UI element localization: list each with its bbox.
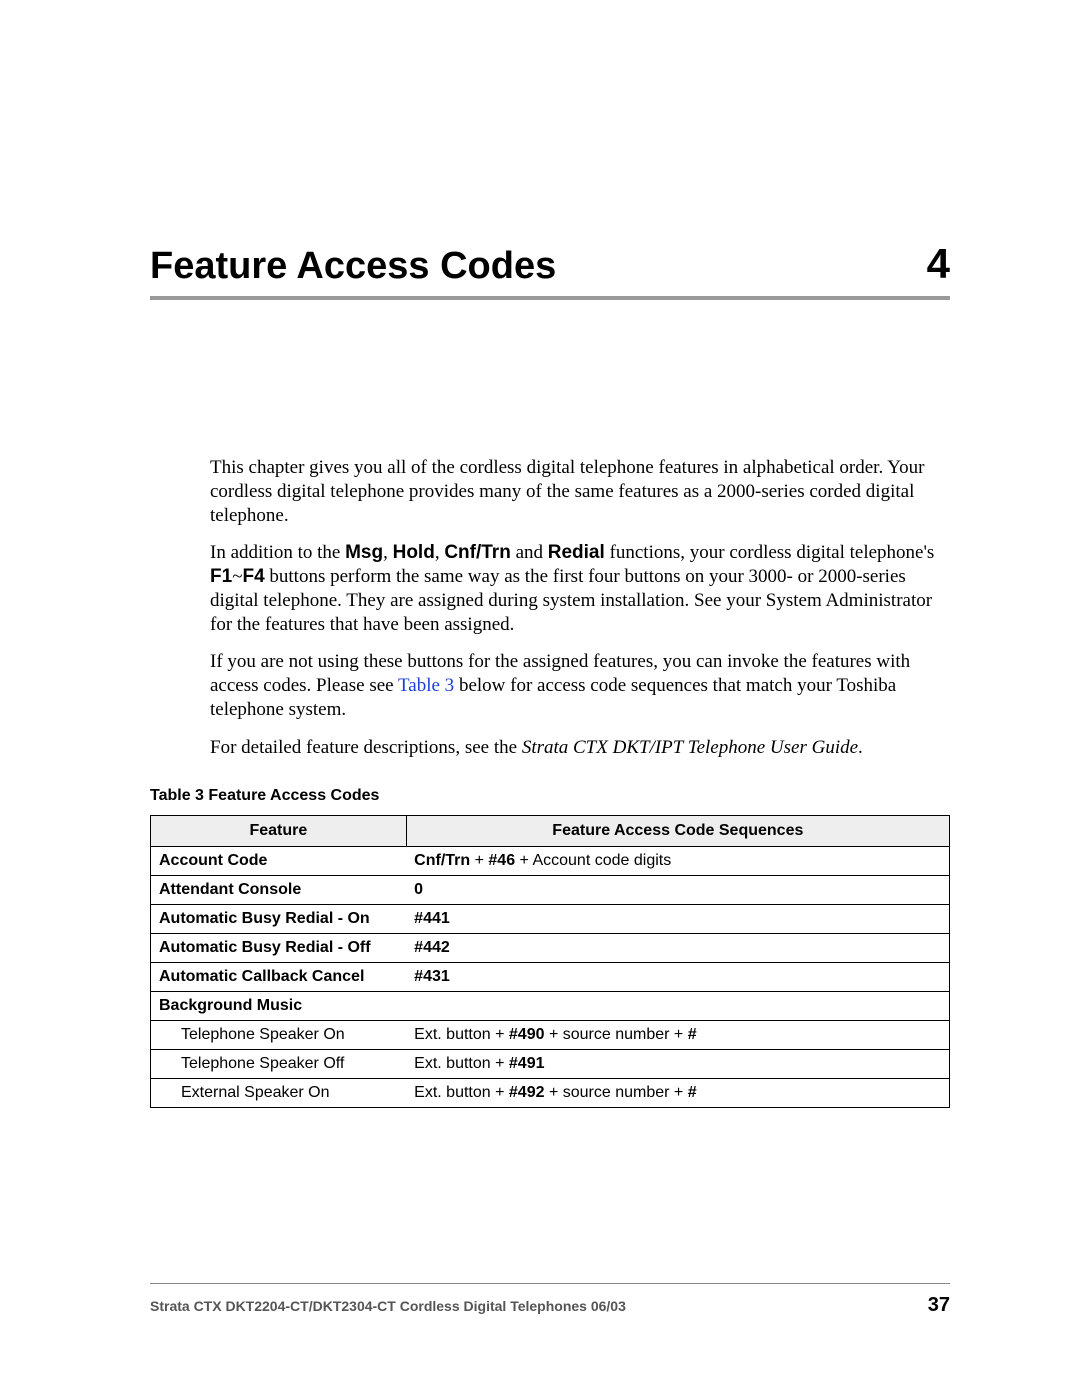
table-row: Telephone Speaker On Ext. button + #490 … xyxy=(151,1021,950,1050)
table-row: Telephone Speaker Off Ext. button + #491 xyxy=(151,1050,950,1079)
sequence-cell: #431 xyxy=(406,963,949,992)
text-fragment: . xyxy=(858,737,863,758)
code-fragment: #492 xyxy=(509,1084,545,1101)
text-fragment: + xyxy=(470,852,488,869)
feature-cell: Telephone Speaker On xyxy=(151,1021,407,1050)
text-fragment: For detailed feature descriptions, see t… xyxy=(210,737,522,758)
f1-key-label: F1 xyxy=(210,566,232,587)
intro-paragraph-4: For detailed feature descriptions, see t… xyxy=(210,736,950,760)
text-fragment: Ext. button + xyxy=(414,1026,509,1043)
feature-cell: Telephone Speaker Off xyxy=(151,1050,407,1079)
feature-label: External Speaker On xyxy=(159,1084,330,1102)
heading-rule xyxy=(150,296,950,300)
table-row: Automatic Busy Redial - Off #442 xyxy=(151,934,950,963)
text-fragment: and xyxy=(511,542,548,563)
text-fragment: + source number + xyxy=(545,1026,688,1043)
feature-access-codes-table: Feature Feature Access Code Sequences Ac… xyxy=(150,815,950,1108)
feature-cell: Automatic Busy Redial - Off xyxy=(151,934,407,963)
feature-cell: Automatic Callback Cancel xyxy=(151,963,407,992)
sequence-cell: Ext. button + #491 xyxy=(406,1050,949,1079)
sequence-cell: #442 xyxy=(406,934,949,963)
intro-paragraph-3: If you are not using these buttons for t… xyxy=(210,650,950,721)
text-fragment: + Account code digits xyxy=(515,852,671,869)
table-row: Account Code Cnf/Trn + #46 + Account cod… xyxy=(151,847,950,876)
feature-cell: External Speaker On xyxy=(151,1079,407,1108)
cnftrn-key-label: Cnf/Trn xyxy=(444,542,511,563)
feature-label: Telephone Speaker Off xyxy=(159,1055,344,1073)
text-fragment: ~ xyxy=(232,566,242,587)
f4-key-label: F4 xyxy=(242,566,264,587)
text-fragment: Ext. button + xyxy=(414,1055,509,1072)
code-fragment: # xyxy=(688,1026,697,1043)
text-fragment: buttons perform the same way as the firs… xyxy=(210,566,932,635)
footer-rule xyxy=(150,1283,950,1284)
chapter-heading: Feature Access Codes 4 xyxy=(150,240,950,288)
code-fragment: #491 xyxy=(509,1055,545,1072)
footer-row: Strata CTX DKT2204-CT/DKT2304-CT Cordles… xyxy=(150,1294,950,1317)
table-header-row: Feature Feature Access Code Sequences xyxy=(151,816,950,847)
feature-cell: Attendant Console xyxy=(151,876,407,905)
sequence-cell: Cnf/Trn + #46 + Account code digits xyxy=(406,847,949,876)
header-sequence: Feature Access Code Sequences xyxy=(406,816,949,847)
body-text: This chapter gives you all of the cordle… xyxy=(210,456,950,759)
page-number: 37 xyxy=(928,1294,950,1317)
page-footer: Strata CTX DKT2204-CT/DKT2304-CT Cordles… xyxy=(150,1283,950,1317)
table-3-link[interactable]: Table 3 xyxy=(398,675,454,696)
sequence-cell: #441 xyxy=(406,905,949,934)
redial-key-label: Redial xyxy=(548,542,605,563)
hold-key-label: Hold xyxy=(393,542,435,563)
feature-cell: Automatic Busy Redial - On xyxy=(151,905,407,934)
chapter-number: 4 xyxy=(927,240,950,288)
text-fragment: In addition to the xyxy=(210,542,345,563)
user-guide-title: Strata CTX DKT/IPT Telephone User Guide xyxy=(522,737,858,758)
intro-paragraph-2: In addition to the Msg, Hold, Cnf/Trn an… xyxy=(210,541,950,636)
feature-cell: Account Code xyxy=(151,847,407,876)
code-fragment: #490 xyxy=(509,1026,545,1043)
feature-label: Telephone Speaker On xyxy=(159,1026,345,1044)
sequence-cell xyxy=(406,992,949,1021)
text-fragment: , xyxy=(383,542,393,563)
chapter-title: Feature Access Codes xyxy=(150,245,556,288)
text-fragment: Ext. button + xyxy=(414,1084,509,1101)
feature-cell: Background Music xyxy=(151,992,407,1021)
table-caption: Table 3 Feature Access Codes xyxy=(150,787,950,805)
table-row: Automatic Callback Cancel #431 xyxy=(151,963,950,992)
table-row: External Speaker On Ext. button + #492 +… xyxy=(151,1079,950,1108)
sequence-cell: Ext. button + #490 + source number + # xyxy=(406,1021,949,1050)
table-row: Attendant Console 0 xyxy=(151,876,950,905)
table-row: Automatic Busy Redial - On #441 xyxy=(151,905,950,934)
text-fragment: + source number + xyxy=(545,1084,688,1101)
msg-key-label: Msg xyxy=(345,542,383,563)
text-fragment: , xyxy=(435,542,445,563)
table-row: Background Music xyxy=(151,992,950,1021)
document-page: Feature Access Codes 4 This chapter give… xyxy=(0,0,1080,1397)
code-fragment: #46 xyxy=(488,852,515,869)
footer-text: Strata CTX DKT2204-CT/DKT2304-CT Cordles… xyxy=(150,1298,626,1314)
intro-paragraph-1: This chapter gives you all of the cordle… xyxy=(210,456,950,527)
code-fragment: Cnf/Trn xyxy=(414,852,470,869)
code-fragment: # xyxy=(688,1084,697,1101)
text-fragment: functions, your cordless digital telepho… xyxy=(605,542,935,563)
sequence-cell: Ext. button + #492 + source number + # xyxy=(406,1079,949,1108)
sequence-cell: 0 xyxy=(406,876,949,905)
header-feature: Feature xyxy=(151,816,407,847)
